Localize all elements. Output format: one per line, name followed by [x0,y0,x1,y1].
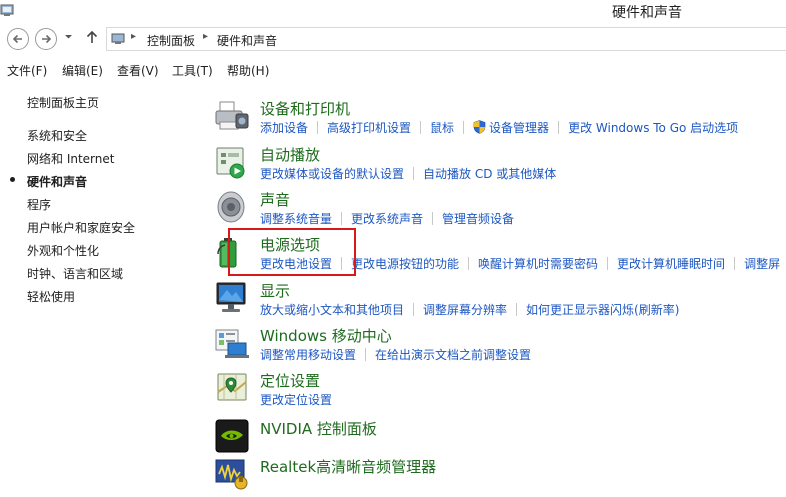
category-title[interactable]: Windows 移动中心 [260,325,392,346]
link-device-manager[interactable]: 设备管理器 [489,119,549,136]
link-change-system-sounds[interactable]: 更改系统声音 [351,210,423,227]
category-autoplay: 自动播放 更改媒体或设备的默认设置 自动播放 CD 或其他媒体 [214,144,786,188]
link-manage-audio-devices[interactable]: 管理音频设备 [442,210,514,227]
link-separator [558,121,560,134]
category-links: 更改媒体或设备的默认设置 自动播放 CD 或其他媒体 [260,165,556,182]
sidebar-control-panel-home[interactable]: 控制面板主页 [27,94,99,111]
forward-button[interactable] [35,28,57,50]
link-zoom-text[interactable]: 放大或缩小文本和其他项目 [260,301,404,318]
sidebar-item-clock-language-region[interactable]: 时钟、语言和区域 [27,265,123,282]
category-links: 放大或缩小文本和其他项目 调整屏幕分辨率 如何更正显示器闪烁(刷新率) [260,301,679,318]
speaker-icon[interactable] [214,189,250,225]
category-mobility-center: Windows 移动中心 调整常用移动设置 在给出演示文档之前调整设置 [214,325,786,369]
breadcrumb-control-panel[interactable]: 控制面板 [147,32,195,49]
location-icon[interactable] [214,370,250,406]
link-power-button-function[interactable]: 更改电源按钮的功能 [351,255,459,272]
forward-arrow-icon [42,34,52,44]
control-panel-icon [111,33,125,44]
category-display: 显示 放大或缩小文本和其他项目 调整屏幕分辨率 如何更正显示器闪烁(刷新率) [214,280,786,324]
link-advanced-printer-setup[interactable]: 高级打印机设置 [327,119,411,136]
category-links: 调整常用移动设置 在给出演示文档之前调整设置 [260,346,531,363]
sidebar-item-ease-of-access[interactable]: 轻松使用 [27,288,75,305]
link-add-device[interactable]: 添加设备 [260,119,308,136]
menu-view[interactable]: 查看(V) [117,62,159,79]
sidebar-item-programs[interactable]: 程序 [27,196,51,213]
link-separator [432,212,434,225]
realtek-icon[interactable] [214,456,250,492]
address-bar[interactable]: ▸ 控制面板 ▸ 硬件和声音 [106,27,786,51]
category-links: 调整系统音量 更改系统声音 管理音频设备 [260,210,514,227]
breadcrumb-separator[interactable]: ▸ [131,31,136,42]
link-change-default-media-settings[interactable]: 更改媒体或设备的默认设置 [260,165,404,182]
link-separator [413,167,415,180]
back-button[interactable] [7,28,29,50]
sidebar-item-network-internet[interactable]: 网络和 Internet [27,150,114,167]
navigation-bar: ▸ 控制面板 ▸ 硬件和声音 [0,24,786,54]
uac-shield-icon [473,120,486,134]
sidebar-item-appearance[interactable]: 外观和个性化 [27,242,99,259]
link-separator [607,257,609,270]
category-links: 更改定位设置 [260,391,332,408]
menu-bar: 文件(F) 编辑(E) 查看(V) 工具(T) 帮助(H) [0,58,786,80]
category-title[interactable]: NVIDIA 控制面板 [260,418,377,439]
up-arrow-icon[interactable] [86,30,98,44]
link-separator [468,257,470,270]
category-location-settings: 定位设置 更改定位设置 [214,370,786,414]
link-separator [463,121,465,134]
window-title: 硬件和声音 [612,5,682,21]
sidebar-item-system-security[interactable]: 系统和安全 [27,127,87,144]
link-separator [365,348,367,361]
link-separator [413,303,415,316]
breadcrumb-hardware-sound[interactable]: 硬件和声音 [217,32,277,49]
link-autoplay-cd[interactable]: 自动播放 CD 或其他媒体 [423,165,556,182]
category-title[interactable]: 声音 [260,189,290,210]
control-panel-app-icon[interactable] [0,3,16,17]
current-item-bullet [10,177,15,182]
link-fix-flicker[interactable]: 如何更正显示器闪烁(刷新率) [526,301,679,318]
highlight-box [228,228,356,276]
link-separator [734,257,736,270]
back-arrow-icon [12,34,22,44]
sidebar-item-hardware-sound[interactable]: 硬件和声音 [27,173,87,190]
menu-file[interactable]: 文件(F) [7,62,47,79]
recent-locations-chevron-icon[interactable] [64,34,73,40]
link-windows-to-go[interactable]: 更改 Windows To Go 启动选项 [568,119,738,136]
category-realtek-audio-manager: Realtek高清晰音频管理器 [214,456,786,497]
nvidia-icon[interactable] [214,418,250,454]
category-sound: 声音 调整系统音量 更改系统声音 管理音频设备 [214,189,786,233]
mobility-center-icon[interactable] [214,325,250,361]
category-title[interactable]: 设备和打印机 [260,98,350,119]
menu-help[interactable]: 帮助(H) [227,62,269,79]
menu-edit[interactable]: 编辑(E) [62,62,103,79]
link-change-location-settings[interactable]: 更改定位设置 [260,391,332,408]
title-bar: 硬件和声音 [0,0,786,22]
link-separator [341,212,343,225]
monitor-icon[interactable] [214,280,250,316]
link-change-sleep-time[interactable]: 更改计算机睡眠时间 [617,255,725,272]
printer-icon[interactable] [214,98,250,134]
breadcrumb-separator[interactable]: ▸ [203,31,208,42]
link-require-password-on-wake[interactable]: 唤醒计算机时需要密码 [478,255,598,272]
category-title[interactable]: 自动播放 [260,144,320,165]
link-adjust-resolution[interactable]: 调整屏幕分辨率 [423,301,507,318]
link-separator [516,303,518,316]
menu-tools[interactable]: 工具(T) [172,62,213,79]
link-presentation-settings[interactable]: 在给出演示文档之前调整设置 [375,346,531,363]
category-links: 添加设备 高级打印机设置 鼠标 设备管理器 更改 Windows To Go 启动选项 [260,119,738,136]
category-devices-printers: 设备和打印机 添加设备 高级打印机设置 鼠标 设备管理器 更改 Windows To G… [214,98,786,142]
link-separator [317,121,319,134]
sidebar-item-user-accounts[interactable]: 用户帐户和家庭安全 [27,219,135,236]
link-adjust-mobile-settings[interactable]: 调整常用移动设置 [260,346,356,363]
link-adjust-system-volume[interactable]: 调整系统音量 [260,210,332,227]
link-separator [420,121,422,134]
link-mouse[interactable]: 鼠标 [430,119,454,136]
autoplay-icon[interactable] [214,144,250,180]
category-title[interactable]: 显示 [260,280,290,301]
category-title[interactable]: Realtek高清晰音频管理器 [260,456,436,477]
category-title[interactable]: 定位设置 [260,370,320,391]
link-adjust-screen-truncated[interactable]: 调整屏 [744,255,780,272]
